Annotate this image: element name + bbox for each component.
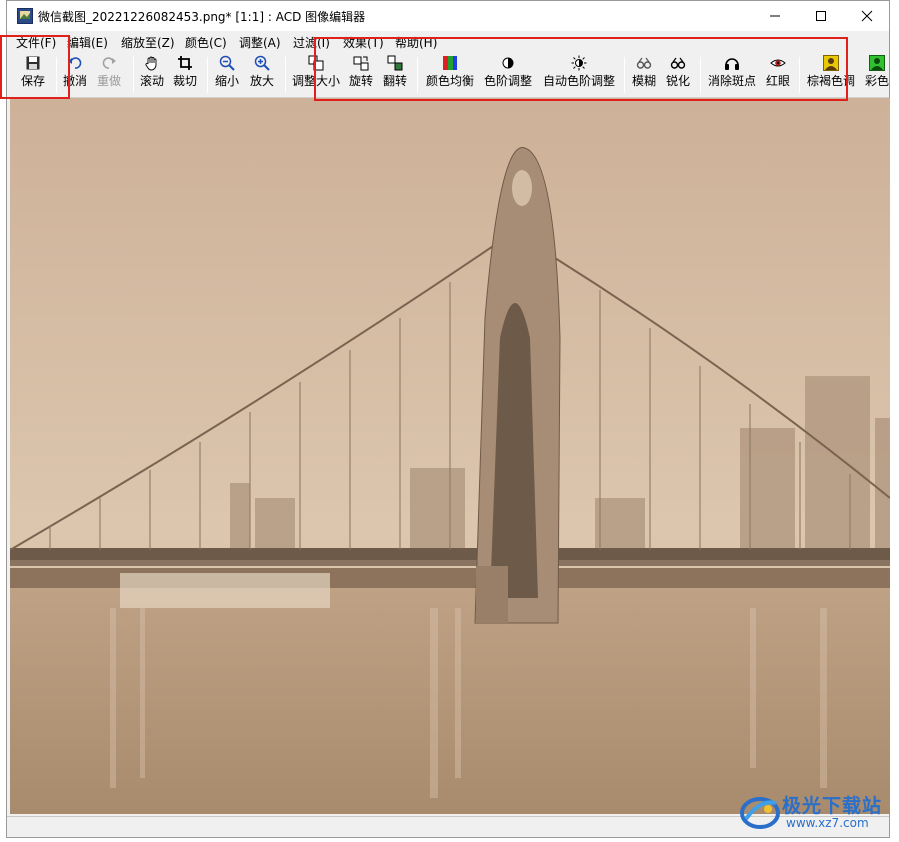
zoom-in-button[interactable]: 放大 bbox=[250, 55, 274, 95]
toolbar-separator bbox=[700, 57, 701, 93]
maximize-button[interactable] bbox=[798, 1, 844, 31]
editor-window: 微信截图_20221226082453.png* [1:1] : ACD 图像编… bbox=[6, 0, 890, 838]
rotate-button[interactable]: 旋转 bbox=[349, 55, 373, 95]
zoom-in-label: 放大 bbox=[250, 74, 275, 88]
eye-icon bbox=[770, 59, 786, 67]
blur-label: 模糊 bbox=[632, 74, 657, 88]
levels-icon bbox=[502, 57, 514, 69]
watermark-title: 极光下载站 bbox=[782, 795, 883, 817]
flip-button[interactable]: 翻转 bbox=[383, 55, 407, 95]
title-bar: 微信截图_20221226082453.png* [1:1] : ACD 图像编… bbox=[7, 1, 889, 31]
toolbar: 保存 撤消 重做 滚动 裁切 缩小 放大 调整大小 旋转 翻转 颜色均衡 色阶调… bbox=[7, 52, 889, 98]
zoom-out-label: 缩小 bbox=[215, 74, 240, 88]
glasses-icon bbox=[670, 57, 686, 69]
close-button[interactable] bbox=[844, 1, 890, 31]
crop-button[interactable]: 裁切 bbox=[173, 55, 197, 95]
colorize-button[interactable]: 彩色 bbox=[865, 55, 889, 95]
sharpen-button[interactable]: 锐化 bbox=[666, 55, 690, 95]
sepia-label: 棕褐色调 bbox=[807, 74, 856, 88]
menu-bar: 文件(F) 编辑(E) 缩放至(Z) 颜色(C) 调整(A) 过滤(I) 效果(… bbox=[7, 31, 889, 52]
colorize-label: 彩色 bbox=[865, 74, 889, 88]
scroll-label: 滚动 bbox=[140, 74, 165, 88]
resize-button[interactable]: 调整大小 bbox=[292, 55, 340, 95]
undo-label: 撤消 bbox=[63, 74, 88, 88]
despeckle-button[interactable]: 消除斑点 bbox=[708, 55, 756, 95]
undo-button[interactable]: 撤消 bbox=[63, 55, 87, 95]
rotate-icon bbox=[353, 56, 369, 71]
color-balance-label: 颜色均衡 bbox=[426, 74, 475, 88]
levels-label: 色阶调整 bbox=[484, 74, 533, 88]
despeckle-label: 消除斑点 bbox=[708, 74, 757, 88]
undo-icon bbox=[68, 57, 82, 69]
sepia-button[interactable]: 棕褐色调 bbox=[807, 55, 855, 95]
minimize-button[interactable] bbox=[752, 1, 798, 31]
close-icon bbox=[861, 10, 873, 22]
toolbar-separator bbox=[133, 57, 134, 93]
person-color-icon bbox=[869, 55, 885, 71]
color-balance-button[interactable]: 颜色均衡 bbox=[426, 55, 474, 95]
sepia-photo bbox=[10, 98, 890, 814]
watermark-url: www.xz7.com bbox=[786, 816, 869, 830]
resize-icon bbox=[308, 55, 324, 71]
menu-adjust[interactable]: 调整(A) bbox=[239, 34, 281, 51]
redo-label: 重做 bbox=[97, 74, 122, 88]
menu-help[interactable]: 帮助(H) bbox=[395, 34, 437, 51]
save-label: 保存 bbox=[21, 74, 46, 88]
menu-effects[interactable]: 效果(T) bbox=[343, 34, 384, 51]
zoom-out-icon bbox=[219, 55, 235, 71]
toolbar-separator bbox=[799, 57, 800, 93]
menu-filter[interactable]: 过滤(I) bbox=[293, 34, 330, 51]
auto-levels-button[interactable]: 自动色阶调整 bbox=[543, 55, 615, 95]
flip-label: 翻转 bbox=[383, 74, 408, 88]
image-canvas[interactable] bbox=[10, 98, 890, 814]
sun-icon bbox=[571, 55, 587, 71]
redo-icon bbox=[102, 57, 116, 69]
crop-label: 裁切 bbox=[173, 74, 198, 88]
app-icon bbox=[17, 8, 33, 24]
watermark-logo-icon bbox=[740, 797, 780, 829]
blur-button[interactable]: 模糊 bbox=[632, 55, 656, 95]
save-button[interactable]: 保存 bbox=[21, 55, 45, 95]
levels-button[interactable]: 色阶调整 bbox=[484, 55, 532, 95]
sharpen-label: 锐化 bbox=[666, 74, 691, 88]
zoom-in-icon bbox=[254, 55, 270, 71]
rotate-label: 旋转 bbox=[349, 74, 374, 88]
blur-icon bbox=[636, 57, 652, 69]
toolbar-separator bbox=[56, 57, 57, 93]
auto-levels-label: 自动色阶调整 bbox=[543, 74, 616, 88]
zoom-out-button[interactable]: 缩小 bbox=[215, 55, 239, 95]
headphones-icon bbox=[725, 58, 739, 70]
watermark: 极光下载站 www.xz7.com bbox=[738, 785, 898, 837]
menu-file[interactable]: 文件(F) bbox=[16, 34, 56, 51]
resize-label: 调整大小 bbox=[292, 74, 341, 88]
menu-zoom[interactable]: 缩放至(Z) bbox=[121, 34, 175, 51]
toolbar-separator bbox=[417, 57, 418, 93]
red-eye-label: 红眼 bbox=[766, 74, 791, 88]
menu-color[interactable]: 颜色(C) bbox=[185, 34, 227, 51]
flip-icon bbox=[387, 55, 403, 71]
floppy-disk-icon bbox=[26, 56, 40, 70]
person-sepia-icon bbox=[823, 55, 839, 71]
toolbar-separator bbox=[207, 57, 208, 93]
redo-button[interactable]: 重做 bbox=[97, 55, 121, 95]
window-title: 微信截图_20221226082453.png* [1:1] : ACD 图像编… bbox=[38, 10, 366, 24]
menu-edit[interactable]: 编辑(E) bbox=[67, 34, 108, 51]
red-eye-button[interactable]: 红眼 bbox=[766, 55, 790, 95]
toolbar-separator bbox=[285, 57, 286, 93]
minimize-icon bbox=[770, 15, 780, 17]
scroll-button[interactable]: 滚动 bbox=[140, 55, 164, 95]
crop-icon bbox=[178, 56, 192, 70]
toolbar-separator bbox=[624, 57, 625, 93]
color-balance-icon bbox=[443, 56, 457, 70]
maximize-icon bbox=[816, 11, 826, 21]
hand-icon bbox=[145, 56, 157, 71]
